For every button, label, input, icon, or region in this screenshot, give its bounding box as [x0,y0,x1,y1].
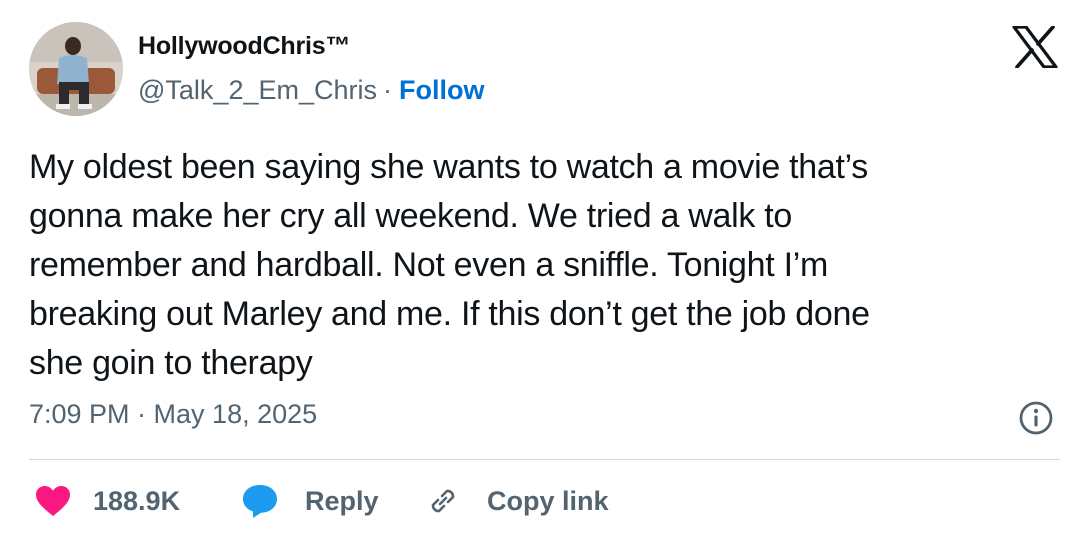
info-icon[interactable] [1018,400,1054,436]
avatar-photo [29,22,123,116]
speech-bubble-icon [243,485,277,518]
divider [29,459,1060,460]
follow-button[interactable]: Follow [399,75,484,105]
tweet-card: HollywoodChris™ @Talk_2_Em_Chris · Follow … [0,0,1086,536]
like-count: 188.9K [93,485,181,516]
author-handle[interactable]: @Talk_2_Em_Chris [138,75,377,105]
reply-button[interactable]: Reply [241,478,379,524]
tweet-timestamp[interactable]: 7:09 PM · May 18, 2025 [29,399,317,430]
copy-link-button[interactable]: Copy link [425,478,609,524]
heart-icon [36,486,70,516]
separator-dot: · [383,75,392,105]
reply-label: Reply [305,485,379,516]
tweet-text: My oldest been saying she wants to watch… [29,148,870,382]
author-display-name[interactable]: HollywoodChris™ [138,32,350,61]
copy-link-label: Copy link [487,485,609,516]
avatar[interactable] [29,22,123,116]
x-logo-icon[interactable] [1012,26,1058,68]
author-handle-row: @Talk_2_Em_Chris · Follow [138,75,484,106]
like-button[interactable]: 188.9K [35,478,180,524]
link-icon [431,489,455,513]
